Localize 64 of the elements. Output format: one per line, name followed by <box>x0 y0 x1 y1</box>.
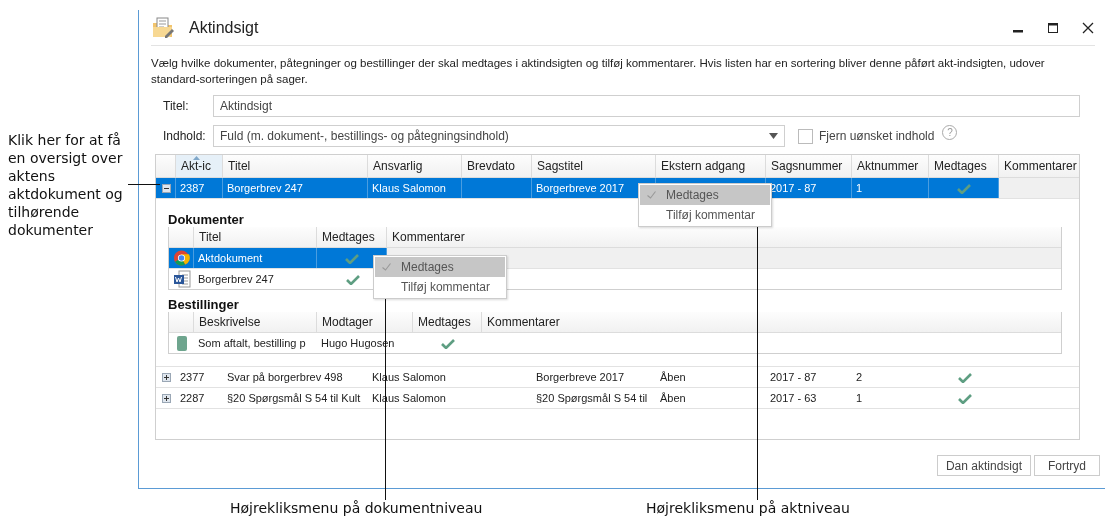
table-cell-text: 2287 <box>179 391 206 406</box>
content-dropdown[interactable]: Fuld (m. dokument-, bestillings- og påtegningsindhold) <box>213 125 785 147</box>
caption-text: Højrekliksmenu på aktniveau <box>646 500 850 516</box>
expand-icon[interactable] <box>162 372 171 382</box>
table-cell: 1 <box>852 178 929 198</box>
column-header[interactable]: Sagstitel <box>532 155 656 177</box>
table-cell <box>462 178 532 198</box>
table-cell-text: Åben <box>659 370 687 385</box>
column-header[interactable]: Brevdato <box>462 155 532 177</box>
column-header[interactable]: Titel <box>194 227 317 247</box>
column-header[interactable]: Ansvarlig <box>368 155 462 177</box>
table-cell-text: 2 <box>855 370 864 385</box>
section-heading: Bestillinger <box>168 296 239 312</box>
column-header[interactable]: Medtages <box>413 312 482 332</box>
dialog-button[interactable]: Fortryd <box>1034 455 1100 476</box>
menu-item[interactable]: Medtages <box>640 185 770 205</box>
column-header[interactable]: Ekstern adgang <box>656 155 766 177</box>
expand-icon[interactable] <box>162 393 171 403</box>
column-header[interactable]: Sagsnummer <box>766 155 852 177</box>
table-cell-text: §20 Spørgsmål S 54 til Kult <box>226 391 362 406</box>
folder-document-icon <box>151 15 175 40</box>
column-header[interactable]: Akt-ic <box>176 155 223 177</box>
leader-line <box>128 184 160 185</box>
checkbox-label: Fjern uønsket indhold <box>819 129 935 143</box>
column-header[interactable]: Kommentarer <box>482 312 1061 332</box>
table-cell-text: 2017 - 87 <box>769 370 818 385</box>
section-heading: Dokumenter <box>168 211 244 227</box>
description-text: Vælg hvilke dokumenter, påtegninger og bestillinger der skal medtages i aktindsigten og tilføj kommentarer. Hvis listen har en sortering bliver denne påført akt-indsigten, udover standard-sorteringen på sager. <box>151 56 1046 87</box>
dialog-button[interactable]: Dan aktindsigt <box>936 455 1031 476</box>
title-field[interactable]: Aktindsigt <box>213 95 1080 117</box>
checkbox[interactable] <box>798 128 813 144</box>
menu-item[interactable]: Tilføj kommentar <box>640 205 770 225</box>
table-cell: 2387 <box>176 178 223 198</box>
sort-arrow-icon <box>193 156 200 160</box>
table-cell: Klaus Salomon <box>368 178 462 198</box>
column-header[interactable]: Medtages <box>929 155 999 177</box>
table-cell-text: §20 Spørgsmål S 54 til <box>535 391 649 406</box>
table-cell-text: Åben <box>659 391 687 406</box>
menu-item[interactable]: Tilføj kommentar <box>375 277 505 297</box>
table-cell-text: Borgerbreve 2017 <box>535 370 626 385</box>
column-header[interactable]: Medtages <box>317 227 387 247</box>
column-header[interactable]: Titel <box>223 155 368 177</box>
window-title: Aktindsigt <box>189 18 260 37</box>
document-icon <box>173 270 191 288</box>
table-cell-text: 2017 - 63 <box>769 391 818 406</box>
column-header[interactable]: Kommentarer <box>999 155 1079 177</box>
column-header[interactable]: Aktnummer <box>852 155 929 177</box>
table-cell-text: Svar på borgerbrev 498 <box>226 370 344 385</box>
annotation-text: Klik her for at få en oversigt over aktens aktdokument og tilhørende dokumenter <box>8 131 124 239</box>
column-header[interactable]: Kommentarer <box>387 227 1061 247</box>
dropdown-arrow-icon <box>769 133 778 139</box>
field-label: Indhold: <box>163 129 207 143</box>
caption-text: Højrekliksmenu på dokumentniveau <box>230 500 484 516</box>
table-cell-text: 1 <box>855 391 864 406</box>
table-cell-text: 2377 <box>179 370 206 385</box>
field-label: Titel: <box>163 99 190 113</box>
table-cell[interactable]: Aktdokument <box>194 248 317 268</box>
column-header[interactable]: Beskrivelse <box>194 312 317 332</box>
close-icon[interactable] <box>1081 20 1095 35</box>
collapse-icon[interactable] <box>161 183 171 193</box>
menu-item[interactable]: Medtages <box>375 257 505 277</box>
table-cell[interactable]: Borgerbrev 247 <box>194 269 317 289</box>
table-cell: Borgerbrev 247 <box>223 178 368 198</box>
table-cell[interactable]: Som aftalt, bestilling p <box>194 333 317 353</box>
